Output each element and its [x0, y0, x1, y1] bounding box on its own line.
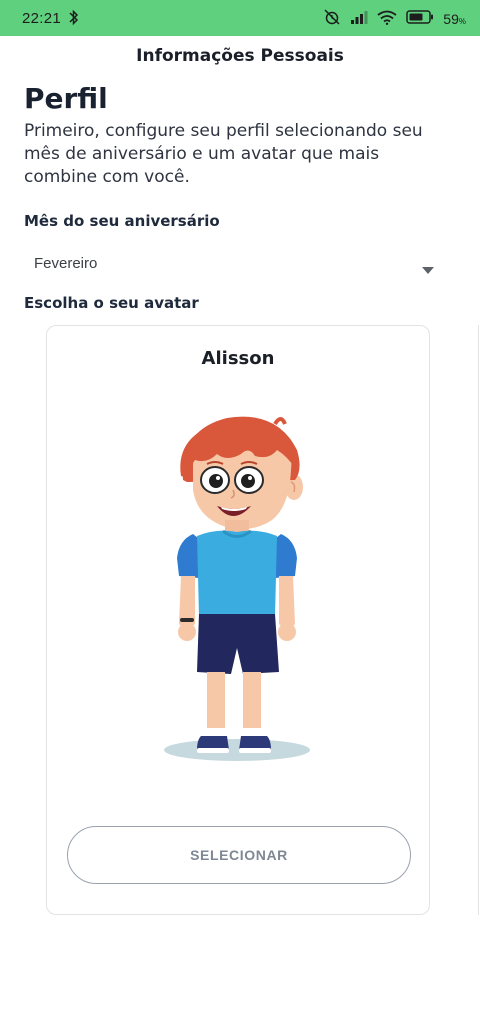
avatar-label: Escolha o seu avatar: [24, 294, 199, 312]
battery-percent: 59%: [443, 11, 466, 27]
status-bar: 22:21 59%: [0, 0, 480, 36]
chevron-down-icon: [422, 259, 434, 278]
select-avatar-button[interactable]: SELECIONAR: [67, 826, 411, 884]
birthday-month-select[interactable]: Fevereiro: [24, 246, 444, 282]
battery-icon: [406, 10, 434, 28]
intro-text: Primeiro, configure seu perfil seleciona…: [24, 121, 423, 187]
signal-icon: [350, 10, 368, 28]
wifi-icon: [377, 10, 397, 29]
section-heading: Perfil: [24, 82, 108, 115]
select-avatar-label: SELECIONAR: [190, 847, 288, 863]
avatar-illustration: [164, 416, 310, 761]
birthday-month-label: Mês do seu aniversário: [24, 212, 220, 230]
bluetooth-icon: [68, 9, 80, 30]
avatar-card[interactable]: Alisson SELECIONAR: [46, 325, 430, 915]
battery-unit: %: [458, 17, 466, 26]
page-title: Informações Pessoais: [136, 46, 344, 66]
avatar-name: Alisson: [201, 348, 275, 369]
status-time: 22:21: [22, 10, 62, 27]
mute-alarm-icon: [323, 8, 341, 30]
selected-month: Fevereiro: [34, 255, 98, 272]
